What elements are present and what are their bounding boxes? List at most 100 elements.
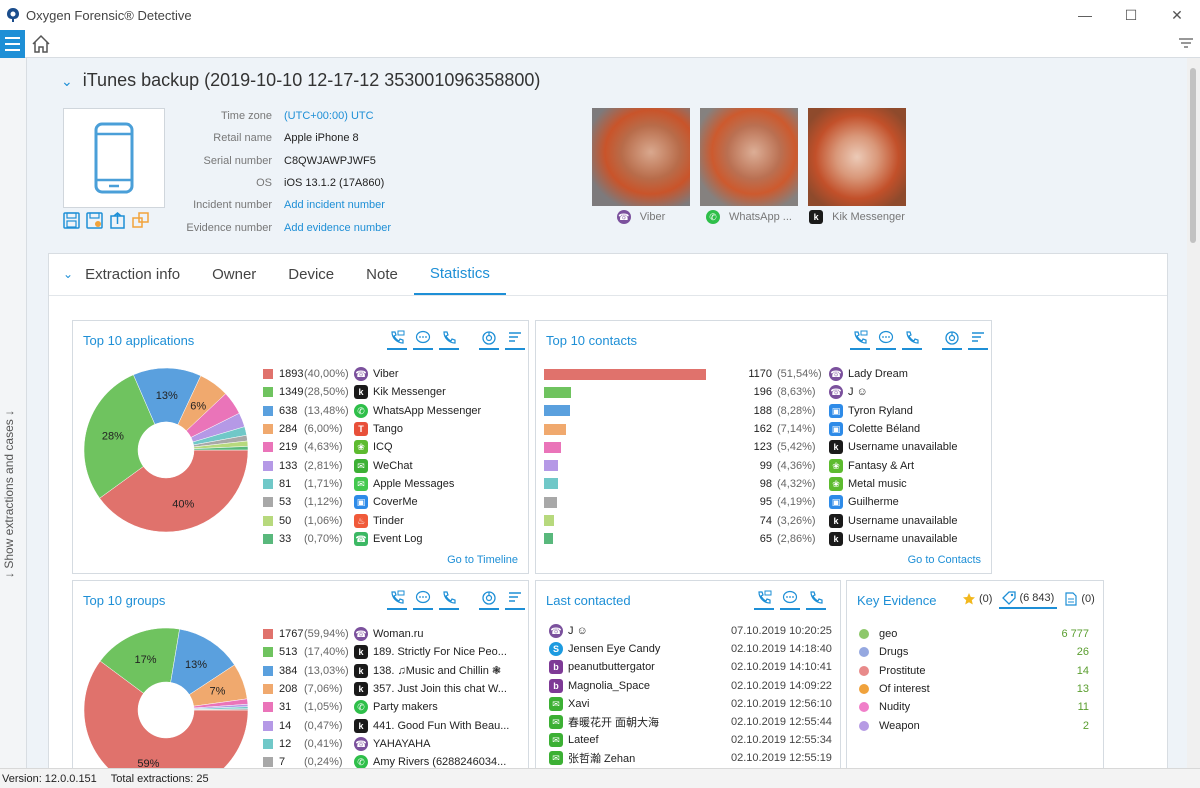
contact-bar[interactable] <box>544 386 572 398</box>
bar-row[interactable]: 1170 (51,54%) ☎ Lady Dream <box>544 365 957 383</box>
legend-row[interactable]: 133 (2,81%) ✉ WeChat <box>263 456 481 474</box>
evidence-row[interactable]: Prostitute 14 <box>859 662 1089 680</box>
legend-row[interactable]: 12 (0,41%) ☎ YAHAYAHA <box>263 735 509 753</box>
calls-chat-icon[interactable] <box>754 590 774 610</box>
export-icon[interactable] <box>109 212 126 229</box>
chat-icon[interactable] <box>413 590 433 610</box>
evidence-row[interactable]: Drugs 26 <box>859 643 1089 661</box>
tab-note[interactable]: Note <box>350 253 414 295</box>
chat-icon[interactable] <box>876 330 896 350</box>
list-item[interactable]: ✉ 张哲瀚 Zehan 02.10.2019 12:55:19 <box>549 749 832 767</box>
legend-row[interactable]: 33 (0,70%) ☎ Event Log <box>263 530 481 548</box>
sort-icon[interactable] <box>968 330 988 350</box>
legend-row[interactable]: 50 (1,06%) ♨ Tinder <box>263 511 481 529</box>
extractions-side-panel[interactable]: ↓ Show extractions and cases ↓ <box>0 58 27 768</box>
phone-icon[interactable] <box>806 590 826 610</box>
filter-star[interactable]: (0) <box>959 591 995 609</box>
tab-statistics[interactable]: Statistics <box>413 253 506 295</box>
contact-photo-image[interactable] <box>592 108 690 206</box>
tag-icon[interactable] <box>1002 591 1017 605</box>
bar-row[interactable]: 99 (4,36%) ❀ Fantasy & Art <box>544 456 957 474</box>
legend-row[interactable]: 14 (0,47%) k 441. Good Fun With Beau... <box>263 716 509 734</box>
sort-icon[interactable] <box>505 590 525 610</box>
calls-chat-icon[interactable] <box>387 330 407 350</box>
contact-bar[interactable] <box>544 423 567 435</box>
list-item[interactable]: b peanutbuttergator 02.10.2019 14:10:41 <box>549 658 832 676</box>
list-item[interactable]: ☎ J ☺ 07.10.2019 10:20:25 <box>549 622 832 640</box>
contact-bar[interactable] <box>544 515 555 527</box>
property-link[interactable]: Add incident number <box>284 199 385 211</box>
contact-photo[interactable]: ☎ Viber <box>592 108 690 224</box>
chart-icon[interactable] <box>479 330 499 350</box>
copy-icon[interactable] <box>132 212 149 229</box>
bar-row[interactable]: 188 (8,28%) ▣ Tyron Ryland <box>544 402 957 420</box>
go-to-contacts-link[interactable]: Go to Contacts <box>908 554 981 566</box>
legend-row[interactable]: 284 (6,00%) T Tango <box>263 420 481 438</box>
contact-photo-image[interactable] <box>808 108 906 206</box>
maximize-button[interactable]: ☐ <box>1108 0 1154 30</box>
device-header[interactable]: ⌄ iTunes backup (2019-10-10 12-17-12 3530… <box>61 70 540 91</box>
legend-row[interactable]: 1893 (40,00%) ☎ Viber <box>263 365 481 383</box>
phone-icon[interactable] <box>902 330 922 350</box>
note-icon[interactable] <box>1064 592 1078 606</box>
legend-row[interactable]: 7 (0,24%) ✆ Amy Rivers (6288246034... <box>263 753 509 768</box>
contact-photo-image[interactable] <box>700 108 798 206</box>
contact-photo[interactable]: k Kik Messenger <box>808 108 906 224</box>
legend-row[interactable]: 1767 (59,94%) ☎ Woman.ru <box>263 625 509 643</box>
legend-row[interactable]: 638 (13,48%) ✆ WhatsApp Messenger <box>263 402 481 420</box>
go-to-timeline-link[interactable]: Go to Timeline <box>447 554 518 566</box>
tab-owner[interactable]: Owner <box>196 253 272 295</box>
star-icon[interactable] <box>962 592 976 606</box>
home-icon[interactable] <box>30 33 52 55</box>
evidence-row[interactable]: geo 6 777 <box>859 625 1089 643</box>
sort-icon[interactable] <box>505 330 525 350</box>
side-panel-label[interactable]: ↓ Show extractions and cases ↓ <box>2 378 16 578</box>
menu-button[interactable] <box>0 30 25 58</box>
evidence-row[interactable]: Nudity 11 <box>859 698 1089 716</box>
contact-bar[interactable] <box>544 405 571 417</box>
legend-row[interactable]: 384 (13,03%) k 138. ♫Music and Chillin ❃ <box>263 662 509 680</box>
phone-icon[interactable] <box>439 330 459 350</box>
legend-row[interactable]: 513 (17,40%) k 189. Strictly For Nice Peo..… <box>263 643 509 661</box>
chevron-down-icon[interactable]: ⌄ <box>61 73 73 90</box>
calls-chat-icon[interactable] <box>387 590 407 610</box>
contact-bar[interactable] <box>544 496 558 508</box>
chat-icon[interactable] <box>780 590 800 610</box>
list-item[interactable]: ✉ Lateef 02.10.2019 12:55:34 <box>549 731 832 749</box>
scrollbar-thumb[interactable] <box>1190 68 1196 243</box>
chart-icon[interactable] <box>942 330 962 350</box>
property-link[interactable]: (UTC+00:00) UTC <box>284 110 374 122</box>
evidence-row[interactable]: Weapon 2 <box>859 716 1089 734</box>
bar-row[interactable]: 162 (7,14%) ▣ Colette Béland <box>544 420 957 438</box>
chat-icon[interactable] <box>413 330 433 350</box>
save-as-icon[interactable] <box>86 212 103 229</box>
list-item[interactable]: ✉ 春暖花开 面朝大海 02.10.2019 12:55:44 <box>549 713 832 731</box>
tab-device[interactable]: Device <box>272 253 350 295</box>
contact-bar[interactable] <box>544 368 706 380</box>
phone-icon[interactable] <box>439 590 459 610</box>
legend-row[interactable]: 53 (1,12%) ▣ CoverMe <box>263 493 481 511</box>
contact-bar[interactable] <box>544 478 558 490</box>
legend-row[interactable]: 208 (7,06%) k 357. Just Join this chat W... <box>263 680 509 698</box>
filter-tag[interactable]: (6 843) <box>999 591 1058 609</box>
filter-note[interactable]: (0) <box>1061 591 1097 609</box>
filter-icon[interactable] <box>1178 36 1194 52</box>
bar-row[interactable]: 74 (3,26%) k Username unavailable <box>544 511 957 529</box>
chevron-down-icon[interactable]: ⌄ <box>63 267 73 281</box>
legend-row[interactable]: 81 (1,71%) ✉ Apple Messages <box>263 475 481 493</box>
list-item[interactable]: b Magnolia_Space 02.10.2019 14:09:22 <box>549 677 832 695</box>
legend-row[interactable]: 219 (4,63%) ❀ ICQ <box>263 438 481 456</box>
bar-row[interactable]: 95 (4,19%) ▣ Guilherme <box>544 493 957 511</box>
contact-bar[interactable] <box>544 441 562 453</box>
bar-row[interactable]: 98 (4,32%) ❀ Metal music <box>544 475 957 493</box>
calls-chat-icon[interactable] <box>850 330 870 350</box>
list-item[interactable]: S Jensen Eye Candy 02.10.2019 14:18:40 <box>549 640 832 658</box>
close-button[interactable]: ✕ <box>1154 0 1200 30</box>
tab-extraction-info[interactable]: ⌄ Extraction info <box>49 253 196 295</box>
bar-row[interactable]: 196 (8,63%) ☎ J ☺ <box>544 383 957 401</box>
bar-row[interactable]: 123 (5,42%) k Username unavailable <box>544 438 957 456</box>
evidence-row[interactable]: Of interest 13 <box>859 680 1089 698</box>
contact-photo[interactable]: ✆ WhatsApp ... <box>700 108 798 224</box>
minimize-button[interactable]: — <box>1062 0 1108 30</box>
list-item[interactable]: ✉ Xavi 02.10.2019 12:56:10 <box>549 695 832 713</box>
